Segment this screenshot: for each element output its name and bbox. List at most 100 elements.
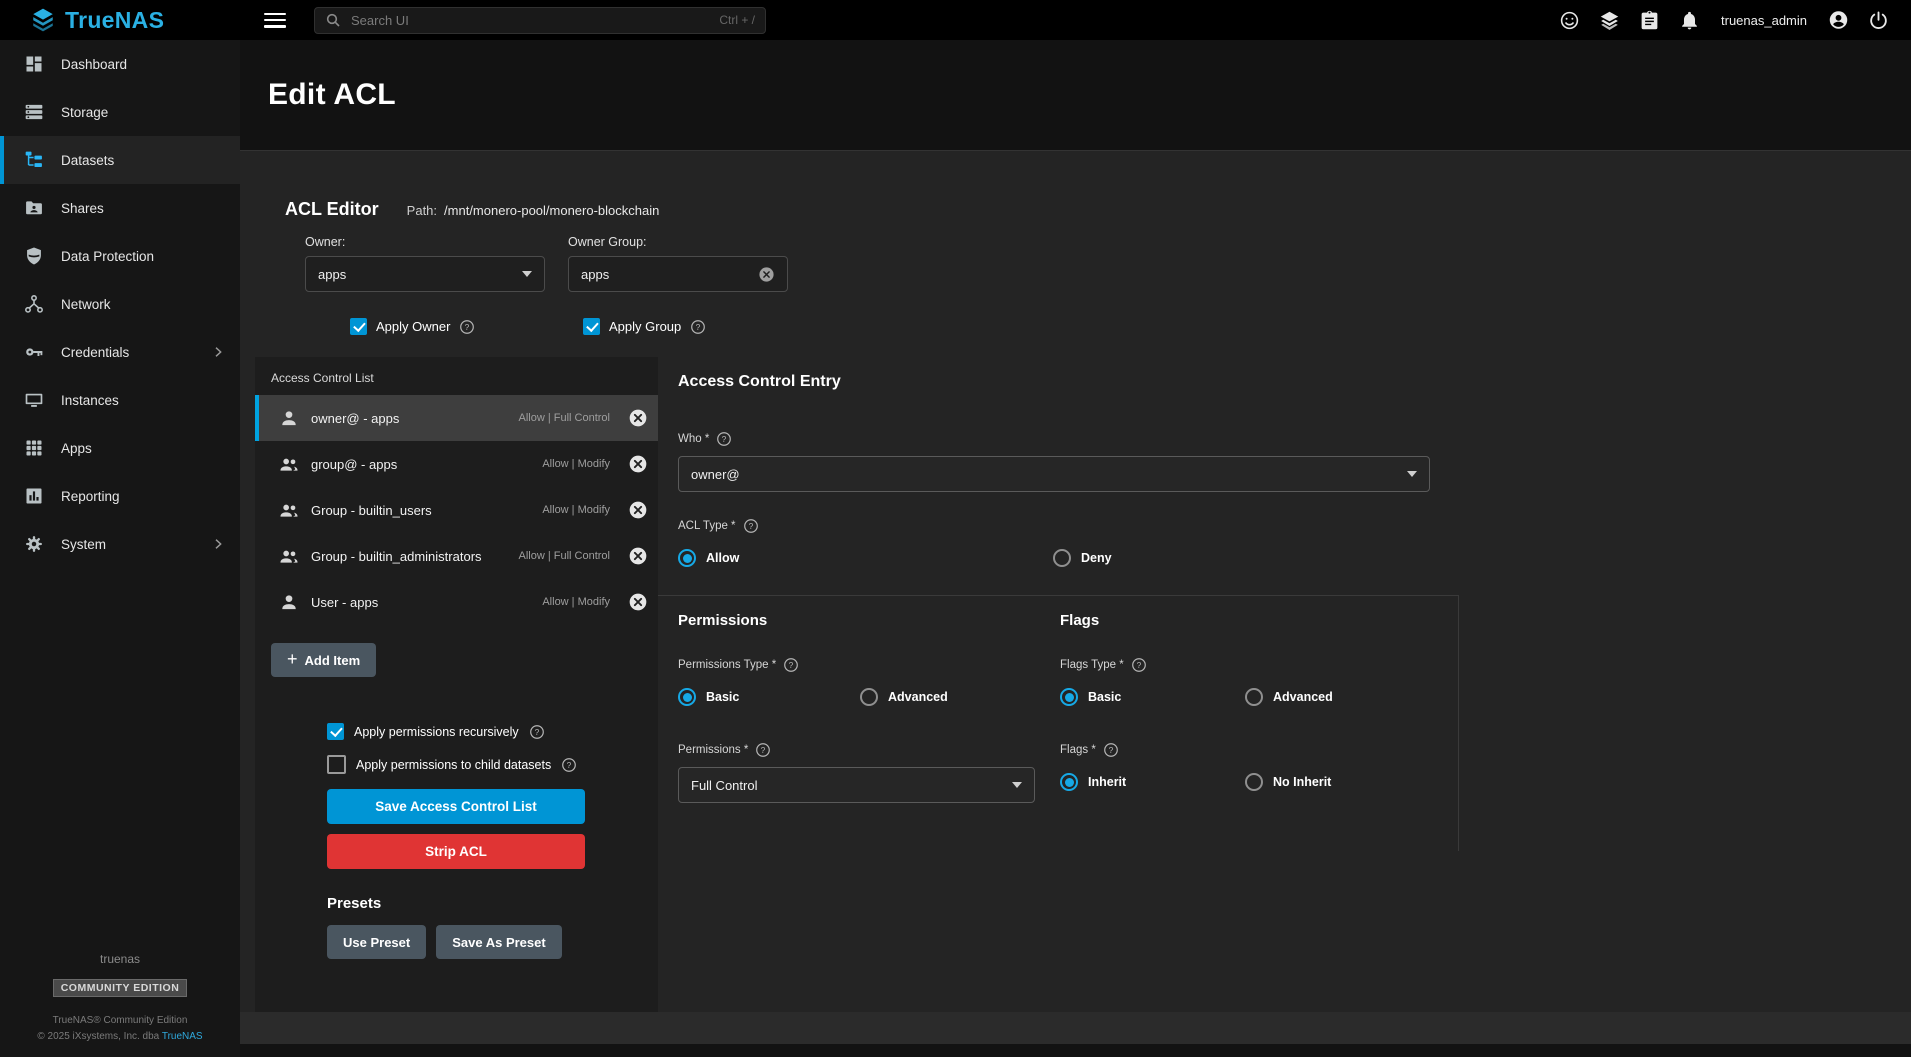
help-icon[interactable]: ? bbox=[1103, 742, 1119, 758]
help-icon[interactable]: ? bbox=[529, 724, 545, 740]
apply-recursively-checkbox[interactable] bbox=[327, 723, 344, 740]
apply-owner-row: Apply Owner ? bbox=[350, 318, 583, 335]
brand-name: TrueNAS bbox=[65, 7, 164, 34]
remove-entry-icon[interactable] bbox=[628, 454, 648, 474]
radio-no-inherit[interactable]: No Inherit bbox=[1245, 773, 1331, 791]
apply-group-checkbox[interactable] bbox=[583, 318, 600, 335]
acl-entry-row[interactable]: User - apps Allow | Modify bbox=[255, 579, 658, 625]
search-input[interactable] bbox=[349, 12, 711, 29]
sidebar-item-datasets[interactable]: Datasets bbox=[0, 136, 240, 184]
apps-icon bbox=[24, 438, 44, 458]
remove-entry-icon[interactable] bbox=[628, 592, 648, 612]
sidebar-item-label: Data Protection bbox=[61, 249, 154, 264]
permissions-select[interactable]: Full Control bbox=[678, 767, 1035, 803]
dataset-path-value: /mnt/monero-pool/monero-blockchain bbox=[444, 203, 659, 218]
clipboard-icon[interactable] bbox=[1639, 10, 1660, 31]
sidebar-item-label: Datasets bbox=[61, 153, 114, 168]
radio-deny[interactable]: Deny bbox=[1053, 549, 1112, 567]
help-icon[interactable]: ? bbox=[716, 431, 732, 447]
apply-owner-checkbox[interactable] bbox=[350, 318, 367, 335]
sidebar-item-data-protection[interactable]: Data Protection bbox=[0, 232, 240, 280]
system-gear-icon bbox=[24, 534, 44, 554]
use-preset-button[interactable]: Use Preset bbox=[327, 925, 426, 959]
permissions-type-label-row: Permissions Type * ? bbox=[678, 657, 1060, 673]
owner-value: apps bbox=[318, 267, 346, 282]
owner-select[interactable]: apps bbox=[305, 256, 545, 292]
acl-entry-rule: Allow | Modify bbox=[542, 596, 610, 608]
acl-type-label: ACL Type * bbox=[678, 520, 736, 532]
radio-button-icon bbox=[860, 688, 878, 706]
help-icon[interactable]: ? bbox=[1131, 657, 1147, 673]
svg-text:?: ? bbox=[748, 521, 753, 531]
svg-text:?: ? bbox=[696, 321, 701, 331]
acl-entry-who: Group - builtin_users bbox=[311, 503, 432, 518]
radio-button-icon bbox=[1060, 688, 1078, 706]
sidebar-item-shares[interactable]: Shares bbox=[0, 184, 240, 232]
owner-group-value: apps bbox=[581, 267, 609, 282]
global-search[interactable]: Ctrl + / bbox=[314, 7, 766, 34]
permissions-value: Full Control bbox=[691, 778, 757, 793]
flags-type-label: Flags Type * bbox=[1060, 659, 1124, 671]
edition-line: TrueNAS® Community Edition bbox=[0, 1013, 240, 1029]
acl-entry-who: User - apps bbox=[311, 595, 378, 610]
add-item-button[interactable]: + Add Item bbox=[271, 643, 376, 677]
radio-inherit[interactable]: Inherit bbox=[1060, 773, 1245, 791]
apply-to-child-datasets-checkbox[interactable] bbox=[327, 755, 346, 774]
power-icon[interactable] bbox=[1868, 10, 1889, 31]
hamburger-menu-icon[interactable] bbox=[264, 13, 286, 28]
radio-flags-basic[interactable]: Basic bbox=[1060, 688, 1245, 706]
radio-permissions-advanced[interactable]: Advanced bbox=[860, 688, 948, 706]
ace-title: Access Control Entry bbox=[678, 373, 1911, 391]
radio-flags-advanced[interactable]: Advanced bbox=[1245, 688, 1333, 706]
sidebar-item-storage[interactable]: Storage bbox=[0, 88, 240, 136]
sidebar-item-reporting[interactable]: Reporting bbox=[0, 472, 240, 520]
help-icon[interactable]: ? bbox=[743, 518, 759, 534]
help-icon[interactable]: ? bbox=[690, 319, 706, 335]
sidebar-item-label: Network bbox=[61, 297, 111, 312]
smiley-icon[interactable] bbox=[1559, 10, 1580, 31]
who-select[interactable]: owner@ bbox=[678, 456, 1430, 492]
sidebar-item-system[interactable]: System bbox=[0, 520, 240, 568]
help-icon[interactable]: ? bbox=[755, 742, 771, 758]
save-acl-button[interactable]: Save Access Control List bbox=[327, 789, 585, 824]
page-title: Edit ACL bbox=[268, 78, 396, 112]
remove-entry-icon[interactable] bbox=[628, 500, 648, 520]
radio-button-icon bbox=[1245, 688, 1263, 706]
radio-permissions-basic[interactable]: Basic bbox=[678, 688, 860, 706]
acl-entry-row[interactable]: Group - builtin_users Allow | Modify bbox=[255, 487, 658, 533]
chevron-right-icon bbox=[210, 536, 226, 552]
truenas-link[interactable]: TrueNAS bbox=[162, 1031, 203, 1042]
sidebar: Dashboard Storage Datasets Shares Data P… bbox=[0, 40, 240, 1057]
clear-input-icon[interactable] bbox=[758, 266, 775, 283]
flags-radio-group: Inherit No Inherit bbox=[1060, 773, 1458, 791]
bell-icon[interactable] bbox=[1679, 10, 1700, 31]
remove-entry-icon[interactable] bbox=[628, 408, 648, 428]
shares-icon bbox=[24, 198, 44, 218]
help-icon[interactable]: ? bbox=[459, 319, 475, 335]
copyright-line: © 2025 iXsystems, Inc. dba TrueNAS bbox=[0, 1029, 240, 1045]
acl-entry-row[interactable]: Group - builtin_administrators Allow | F… bbox=[255, 533, 658, 579]
sidebar-item-credentials[interactable]: Credentials bbox=[0, 328, 240, 376]
owner-group-field: Owner Group: apps bbox=[568, 235, 788, 292]
layers-icon[interactable] bbox=[1599, 10, 1620, 31]
user-avatar-icon[interactable] bbox=[1828, 10, 1849, 31]
acl-entry-row[interactable]: owner@ - apps Allow | Full Control bbox=[255, 395, 658, 441]
sidebar-item-dashboard[interactable]: Dashboard bbox=[0, 40, 240, 88]
save-as-preset-button[interactable]: Save As Preset bbox=[436, 925, 561, 959]
main-content: Edit ACL ACL Editor Path: /mnt/monero-po… bbox=[240, 40, 1911, 1057]
sidebar-item-label: Storage bbox=[61, 105, 108, 120]
help-icon[interactable]: ? bbox=[561, 757, 577, 773]
sidebar-item-network[interactable]: Network bbox=[0, 280, 240, 328]
chevron-down-icon bbox=[1407, 471, 1417, 477]
strip-acl-button[interactable]: Strip ACL bbox=[327, 834, 585, 869]
radio-allow[interactable]: Allow bbox=[678, 549, 1053, 567]
truenas-logo[interactable]: TrueNAS bbox=[0, 7, 240, 34]
permissions-type-radio-group: Basic Advanced bbox=[678, 688, 1060, 706]
sidebar-item-apps[interactable]: Apps bbox=[0, 424, 240, 472]
sidebar-item-instances[interactable]: Instances bbox=[0, 376, 240, 424]
help-icon[interactable]: ? bbox=[783, 657, 799, 673]
remove-entry-icon[interactable] bbox=[628, 546, 648, 566]
owner-group-input[interactable]: apps bbox=[568, 256, 788, 292]
group-icon bbox=[279, 546, 299, 566]
acl-entry-row[interactable]: group@ - apps Allow | Modify bbox=[255, 441, 658, 487]
